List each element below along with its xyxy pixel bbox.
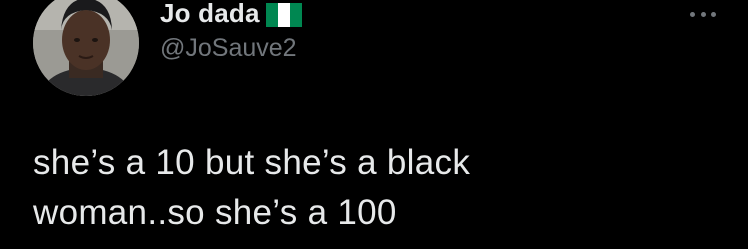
avatar-photo (33, 0, 139, 96)
tweet-text-line: she’s a 10 but she’s a black (33, 143, 471, 182)
more-options-icon[interactable] (690, 4, 716, 24)
author-name-row: Jo dada (160, 0, 302, 32)
author-display-name[interactable]: Jo dada (160, 0, 260, 29)
avatar[interactable] (33, 0, 139, 96)
author-handle[interactable]: @JoSauve2 (160, 34, 302, 63)
tweet-header: Jo dada @JoSauve2 (160, 0, 302, 63)
tweet: Jo dada @JoSauve2 she’s a 10 but she’s a… (0, 0, 748, 249)
tweet-text-line: woman..so she’s a 100 (33, 193, 397, 232)
tweet-text: she’s a 10 but she’s a black woman..so s… (33, 138, 713, 238)
nigeria-flag-icon (265, 3, 302, 27)
